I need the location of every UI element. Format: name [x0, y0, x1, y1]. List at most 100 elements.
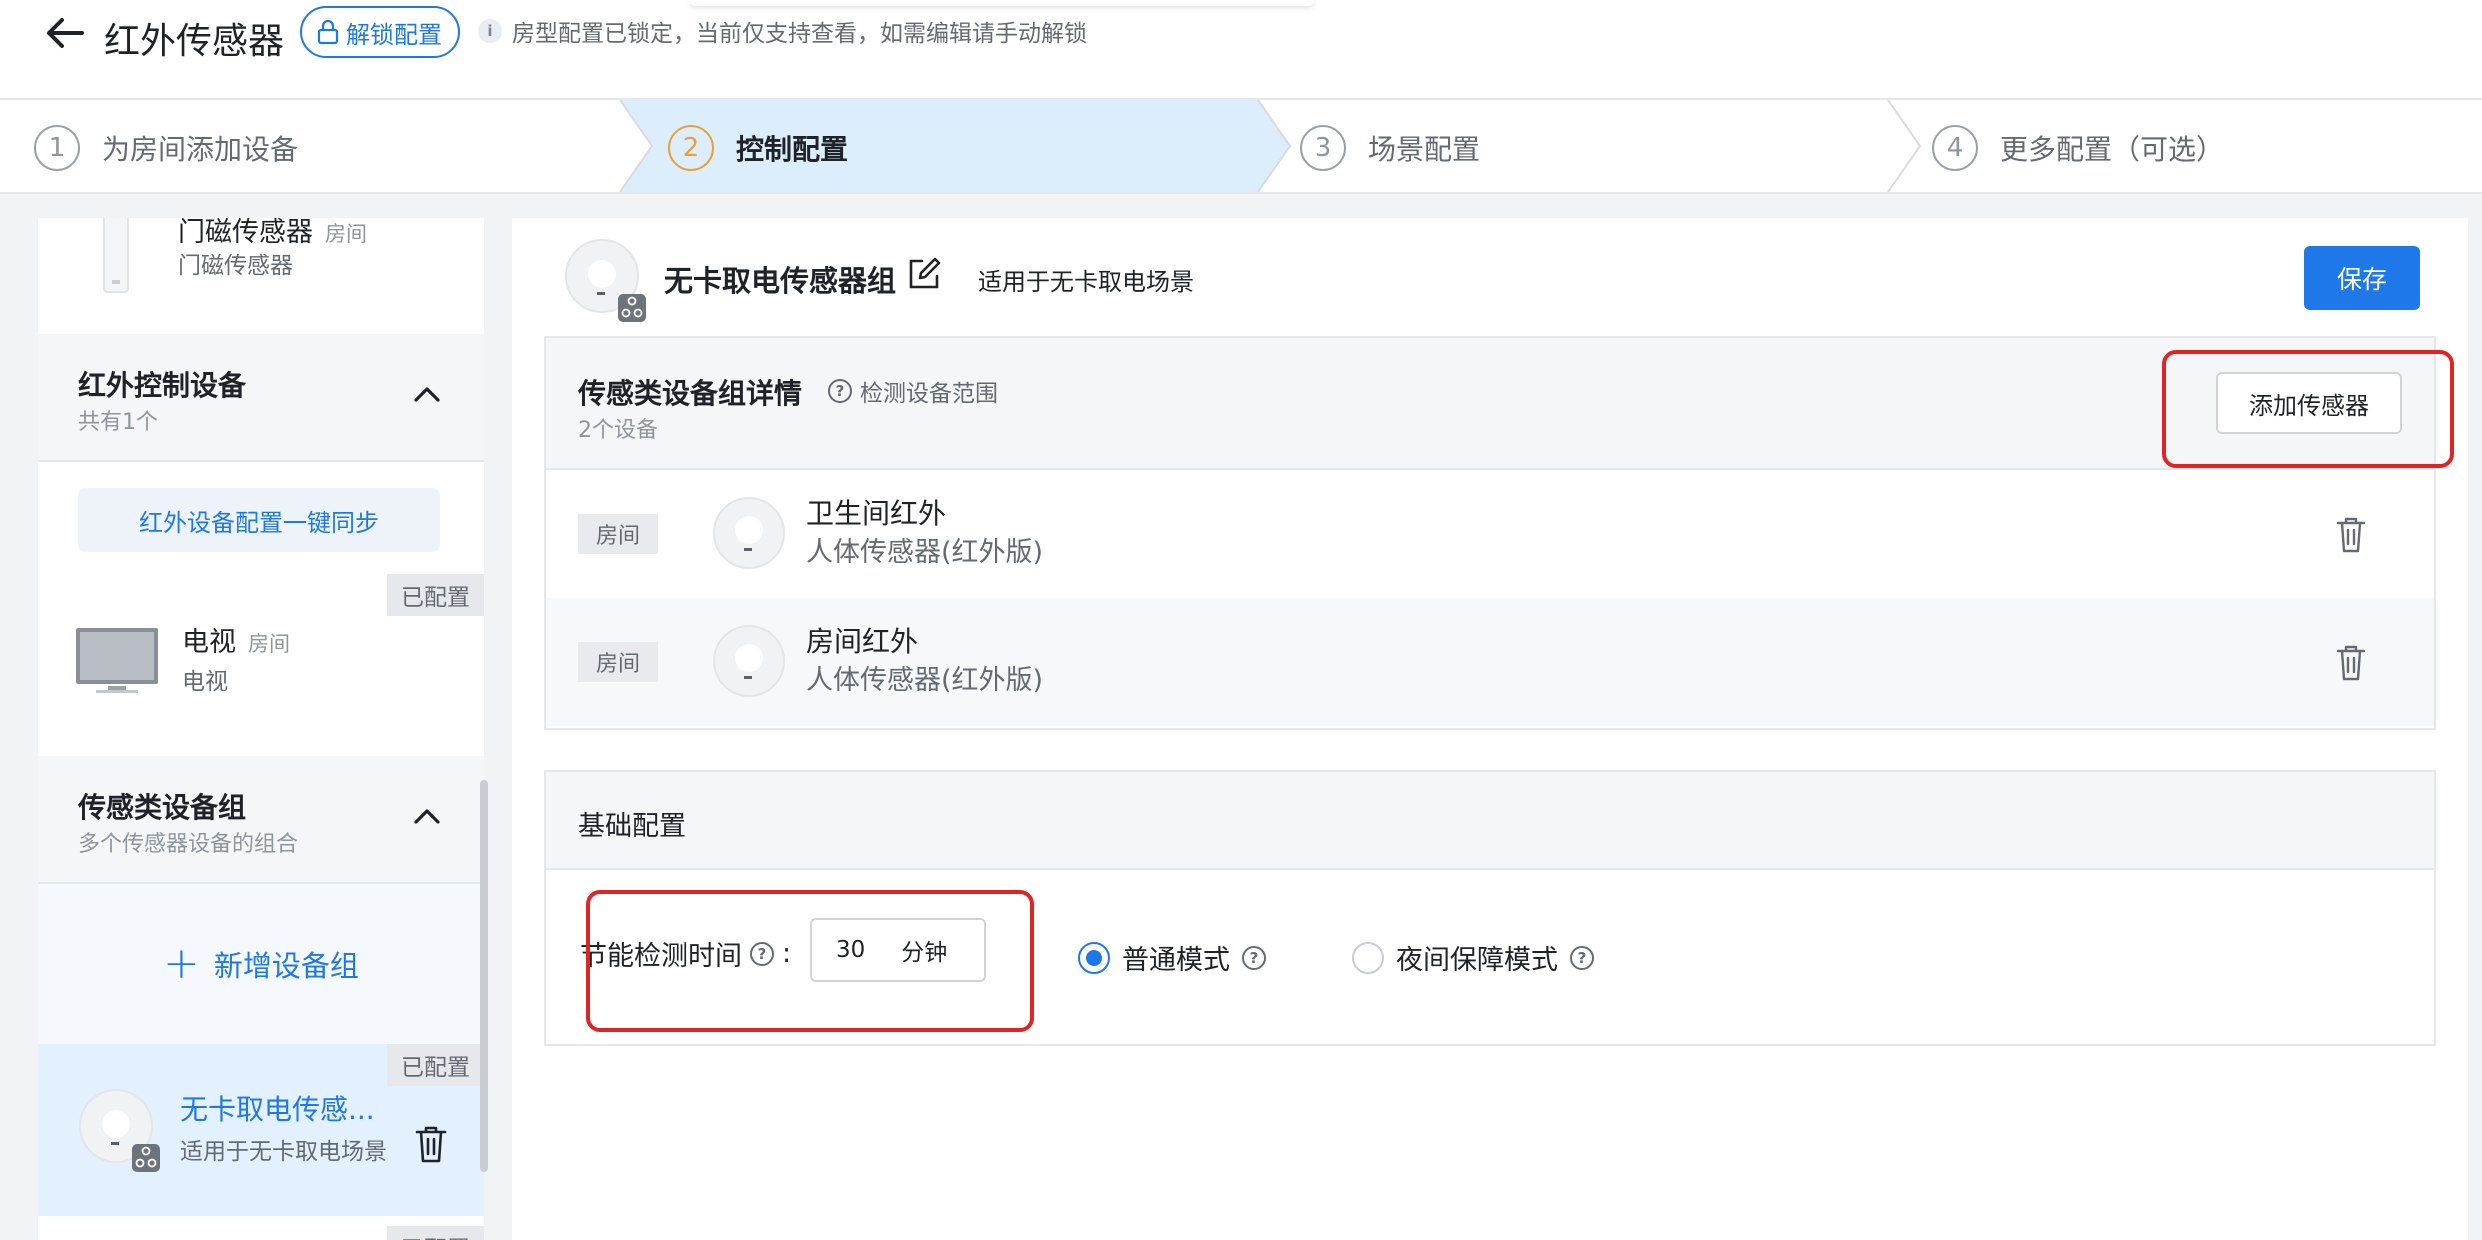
sensor-group-detail-card: 传感类设备组详情 ? 检测设备范围 2个设备 添加传感器 房间 卫生间红外 人体… [544, 336, 2436, 730]
sidebar-section-sensor-group[interactable]: 传感类设备组 多个传感器设备的组合 [38, 756, 484, 884]
energy-detect-minutes-input[interactable]: 30 分钟 [810, 918, 986, 982]
unlock-config-button[interactable]: 解锁配置 [300, 6, 460, 58]
sidebar-section-ir[interactable]: 红外控制设备 共有1个 [38, 334, 484, 462]
radio-circle [1352, 941, 1384, 974]
sidebar-group-item[interactable]: 已配置 无卡取电传感... 适用于无卡取电场景 [38, 1044, 484, 1216]
basic-config-title: 基础配置 [578, 811, 686, 842]
step-number: 2 [668, 125, 714, 171]
night-mode-radio[interactable]: 夜间保障模式 ? [1352, 938, 1594, 977]
step-number: 4 [1932, 125, 1978, 171]
sensor-row: 房间 房间红外 人体传感器(红外版) [546, 598, 2434, 726]
basic-config-header: 基础配置 [546, 772, 2434, 870]
group-description: 适用于无卡取电场景 [978, 268, 1194, 296]
question-icon[interactable]: ? [750, 941, 774, 966]
question-icon[interactable]: ? [1242, 945, 1266, 970]
configured-badge: 已配置 [387, 1044, 484, 1086]
device-room: 房间 [248, 632, 290, 656]
step-label: 控制配置 [736, 133, 849, 166]
sensor-type: 人体传感器(红外版) [806, 665, 1044, 696]
sensor-type: 人体传感器(红外版) [806, 537, 1044, 568]
device-type: 电视 [182, 669, 228, 695]
normal-mode-label: 普通模式 [1122, 945, 1230, 976]
detail-title: 传感类设备组详情 [578, 377, 803, 410]
sidebar-scrollbar[interactable] [480, 780, 488, 1172]
chevron-up-icon[interactable] [412, 806, 442, 826]
basic-config-card: 基础配置 节能检测时间 ? : 30 分钟 普通模式 ? 夜间保障模式 ? [544, 770, 2436, 1046]
room-tag: 房间 [578, 514, 658, 554]
device-name: 电视 [182, 627, 236, 658]
normal-mode-radio[interactable]: 普通模式 ? [1078, 938, 1266, 977]
page-title: 红外传感器 [104, 21, 285, 62]
configured-badge: 已配置 [387, 1226, 484, 1240]
minutes-value: 30 [836, 937, 866, 963]
step-number: 1 [34, 125, 80, 171]
configured-badge: 已配置 [387, 574, 484, 616]
detail-header: 传感类设备组详情 ? 检测设备范围 2个设备 添加传感器 [546, 338, 2434, 470]
back-arrow-icon[interactable] [40, 8, 90, 58]
lock-notice: i 房型配置已锁定，当前仅支持查看，如需编辑请手动解锁 [478, 14, 1087, 48]
ir-sync-button[interactable]: 红外设备配置一键同步 [78, 488, 440, 552]
edit-icon[interactable] [906, 256, 942, 292]
plus-icon: + [163, 938, 200, 989]
section-title: 传感类设备组 [78, 791, 247, 824]
header: 红外传感器 解锁配置 i 房型配置已锁定，当前仅支持查看，如需编辑请手动解锁 [0, 0, 2482, 98]
radio-circle [1078, 941, 1110, 974]
night-mode-label: 夜间保障模式 [1396, 945, 1558, 976]
group-description: 适用于无卡取电场景 [180, 1139, 387, 1165]
group-header: 无卡取电传感器组 适用于无卡取电场景 保存 [512, 218, 2468, 336]
device-type: 门磁传感器 [178, 253, 293, 279]
section-subtitle: 共有1个 [78, 410, 158, 435]
lock-icon [317, 19, 339, 45]
main-panel: 无卡取电传感器组 适用于无卡取电场景 保存 传感类设备组详情 ? 检测设备范围 … [512, 218, 2468, 1240]
lock-notice-text: 房型配置已锁定，当前仅支持查看，如需编辑请手动解锁 [512, 21, 1087, 47]
unlock-config-label: 解锁配置 [346, 20, 442, 49]
room-tag: 房间 [578, 642, 658, 682]
step-label: 场景配置 [1368, 133, 1481, 166]
group-title: 无卡取电传感器组 [664, 264, 897, 298]
energy-detect-label: 节能检测时间 ? : [580, 934, 791, 973]
group-name: 无卡取电传感... [180, 1093, 375, 1126]
step-4[interactable]: 4 更多配置（可选） [1932, 100, 2224, 196]
add-device-group-button[interactable]: + 新增设备组 [38, 884, 484, 1044]
question-icon: ? [828, 379, 852, 403]
step-3[interactable]: 3 场景配置 [1300, 100, 1480, 196]
tv-thumbnail [76, 628, 158, 693]
minutes-unit: 分钟 [901, 940, 948, 966]
trash-icon[interactable] [414, 1124, 448, 1164]
door-sensor-thumbnail [103, 218, 129, 293]
sensor-group-avatar [565, 239, 646, 322]
step-bar: 1 为房间添加设备 2 控制配置 3 场景配置 4 更多配置（可选） [0, 98, 2482, 194]
add-sensor-button[interactable]: 添加传感器 [2216, 372, 2402, 434]
add-device-group-label: 新增设备组 [213, 949, 359, 983]
energy-detect-text: 节能检测时间 [580, 941, 742, 972]
step-label: 更多配置（可选） [2000, 133, 2225, 166]
save-button[interactable]: 保存 [2304, 246, 2420, 310]
ir-sensor-thumbnail [713, 625, 785, 697]
sensor-name: 房间红外 [806, 625, 919, 658]
trash-icon[interactable] [2336, 644, 2366, 682]
step-number: 3 [1300, 125, 1346, 171]
label-colon: : [782, 938, 792, 969]
device-sidebar: 门磁传感器 房间 门磁传感器 红外控制设备 共有1个 红外设备配置一键同步 已配置… [38, 218, 484, 1240]
ir-sensor-thumbnail [713, 497, 785, 569]
detection-range-hint[interactable]: ? 检测设备范围 [828, 374, 998, 408]
device-count: 2个设备 [578, 418, 658, 443]
section-title: 红外控制设备 [78, 369, 247, 402]
trash-icon[interactable] [2336, 516, 2366, 554]
info-icon: i [478, 19, 502, 43]
sensor-group-thumbnail [79, 1089, 160, 1172]
chevron-up-icon[interactable] [412, 384, 442, 404]
popup-edge [690, 0, 1314, 6]
step-label: 为房间添加设备 [102, 133, 299, 166]
device-room: 房间 [325, 222, 367, 246]
detection-range-label: 检测设备范围 [860, 381, 998, 407]
sidebar-device-door-sensor[interactable]: 门磁传感器 房间 门磁传感器 [38, 218, 484, 330]
sensor-row: 房间 卫生间红外 人体传感器(红外版) [546, 470, 2434, 598]
step-1[interactable]: 1 为房间添加设备 [34, 100, 298, 196]
sensor-name: 卫生间红外 [806, 497, 947, 530]
step-2[interactable]: 2 控制配置 [668, 100, 848, 196]
device-name: 门磁传感器 [178, 218, 313, 248]
section-subtitle: 多个传感器设备的组合 [78, 832, 299, 857]
question-icon[interactable]: ? [1570, 945, 1594, 970]
sidebar-device-tv[interactable]: 已配置 电视 房间 电视 [38, 574, 484, 764]
